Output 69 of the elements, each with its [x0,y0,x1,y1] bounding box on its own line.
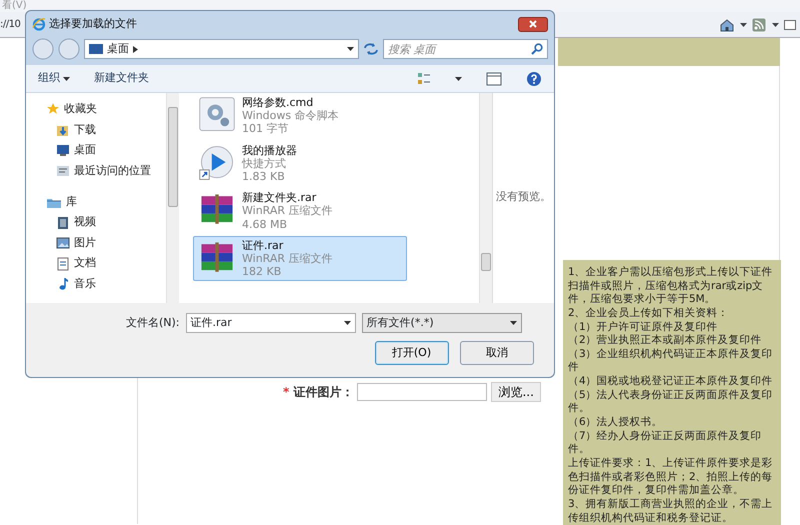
page-icon[interactable] [784,18,796,30]
dialog-title: 选择要加载的文件 [48,16,137,32]
tip-text: （1）开户许可证原件及复印件 [568,320,719,334]
caret-icon[interactable] [772,22,778,26]
file-item[interactable]: 网络参数.cmd Windows 命令脚本 101 字节 [193,93,407,139]
caret-icon[interactable] [455,76,462,80]
tip-text: （3）企业组织机构代码证正本原件及复印件 [568,348,774,375]
address-bar[interactable]: 桌面 [84,39,359,59]
nav-item[interactable]: 最近访问的位置 [46,162,166,179]
filename-label: 文件名(N): [126,314,180,331]
nav-item[interactable]: 库 [46,194,166,210]
view-options-icon[interactable] [417,72,431,86]
new-folder-button[interactable]: 新建文件夹 [94,70,149,87]
caret-icon [344,321,351,325]
caret-icon[interactable] [740,22,746,26]
tip-text: 3、拥有新版工商营业执照的企业，不需上传组织机构代码证和税务登记证。 [568,498,774,525]
file-item[interactable]: 我的播放器 快捷方式 1.83 KB [193,140,407,186]
tip-text: 上传证件要求：1、上传证件原件要求是彩色扫描件或者彩色照片；2、拍照上传的每份证件复印件，复印件需加盖公章。 [568,456,774,498]
tip-text: 1、企业客户需以压缩包形式上传以下证件扫描件或照片，压缩包格式为rar或zip文件，压缩包要求小于等于5M。 [568,266,774,307]
nav-item[interactable]: 收藏夹 [46,101,166,118]
gear-icon [198,96,236,134]
file-item[interactable]: 新建文件夹.rar WinRAR 压缩文件 4.68 MB [193,188,407,234]
tip-text: （7）经办人身份证正反两面原件及复印件。 [568,430,763,457]
search-field[interactable]: 搜索 桌面 [383,39,548,59]
scrollbar[interactable] [166,93,179,303]
tip-text: （2）营业执照正本或副本原件及复印件 [568,334,763,348]
tip-text: （6）法人授权书。 [568,416,664,430]
refresh-icon[interactable] [363,42,379,56]
caret-icon [62,76,70,80]
close-icon [529,20,537,28]
tip-text: （5）法人代表身份证正反两面原件及复印件。 [568,388,774,416]
star-icon [46,102,60,116]
tip-text: 2、企业会员上传如下相关资料： [568,306,730,321]
picture-icon [56,236,70,250]
filename-field[interactable]: 证件.rar [186,313,356,333]
document-icon [56,256,70,270]
close-button[interactable] [518,16,548,32]
nav-item[interactable]: 图片 [46,234,166,252]
open-button[interactable]: 打开(O) [374,341,448,365]
browser-logo-icon [32,17,46,31]
nav-item[interactable]: 下载 [46,122,166,138]
file-item[interactable]: 证件.rar WinRAR 压缩文件 182 KB [193,236,407,282]
caret-icon [347,47,354,51]
tip-text: （4）国税或地税登记证正本原件及复印件 [568,375,774,389]
feed-icon[interactable] [752,18,766,32]
monitor-icon [89,43,103,55]
home-icon[interactable] [720,18,734,32]
caret-icon [510,321,517,325]
nav-item[interactable]: 桌面 [46,142,166,158]
nav-item[interactable]: 文档 [46,255,166,272]
help-icon[interactable] [526,70,542,86]
recent-places-icon [56,164,70,178]
breadcrumb-text: 桌面 [107,40,129,57]
monitor-icon [56,143,70,158]
address-text: ://10 [0,18,20,32]
scrollbar[interactable] [479,93,492,303]
file-path-field[interactable] [357,383,488,401]
browse-button[interactable]: 浏览... [491,382,541,402]
search-icon [531,43,543,55]
nav-item[interactable]: 音乐 [46,276,166,292]
file-type-dropdown[interactable]: 所有文件(*.*) [362,313,522,333]
field-label: * 证件图片： [283,384,354,401]
preview-pane-icon[interactable] [486,72,502,86]
film-icon [56,216,70,230]
organize-menu[interactable]: 组织 [38,70,70,87]
cancel-button[interactable]: 取消 [460,341,534,365]
nav-item[interactable]: 视频 [46,214,166,231]
chevron-icon [133,46,138,52]
play-shortcut-icon [198,144,236,182]
